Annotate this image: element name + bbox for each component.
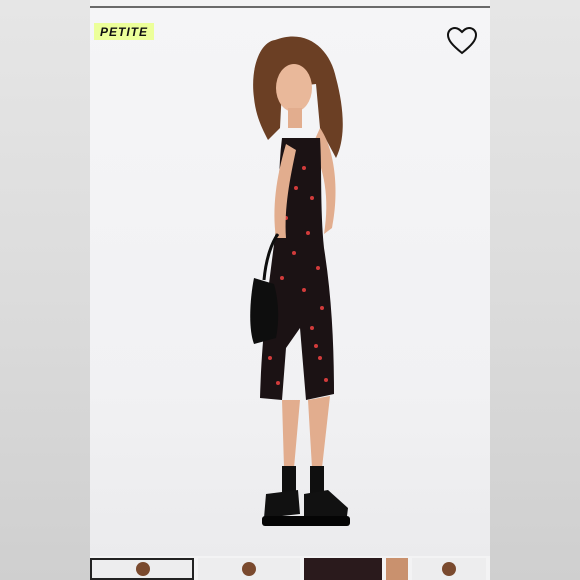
model-photo [250, 36, 350, 526]
thumbnail-4[interactable] [386, 558, 408, 580]
wishlist-heart-icon[interactable] [446, 26, 478, 56]
model-shoe-left [264, 490, 300, 518]
model-face [276, 64, 312, 112]
model-neck [288, 108, 302, 128]
thumbnail-2[interactable] [198, 558, 300, 580]
heart-outline-icon [446, 26, 478, 55]
right-background-blur [490, 0, 580, 580]
thumbnail-strip [90, 558, 490, 580]
handbag [250, 278, 279, 344]
petite-badge: PETITE [94, 23, 155, 40]
product-hero-image[interactable] [90, 8, 490, 556]
left-background-blur [0, 0, 90, 580]
model-legs [282, 396, 330, 468]
thumbnail-1[interactable] [90, 558, 194, 580]
product-image-viewer: PETITE [90, 0, 490, 580]
shoe-sole [262, 516, 350, 526]
model-dress [260, 138, 334, 400]
thumbnail-3[interactable] [304, 558, 382, 580]
thumbnail-5[interactable] [412, 558, 486, 580]
